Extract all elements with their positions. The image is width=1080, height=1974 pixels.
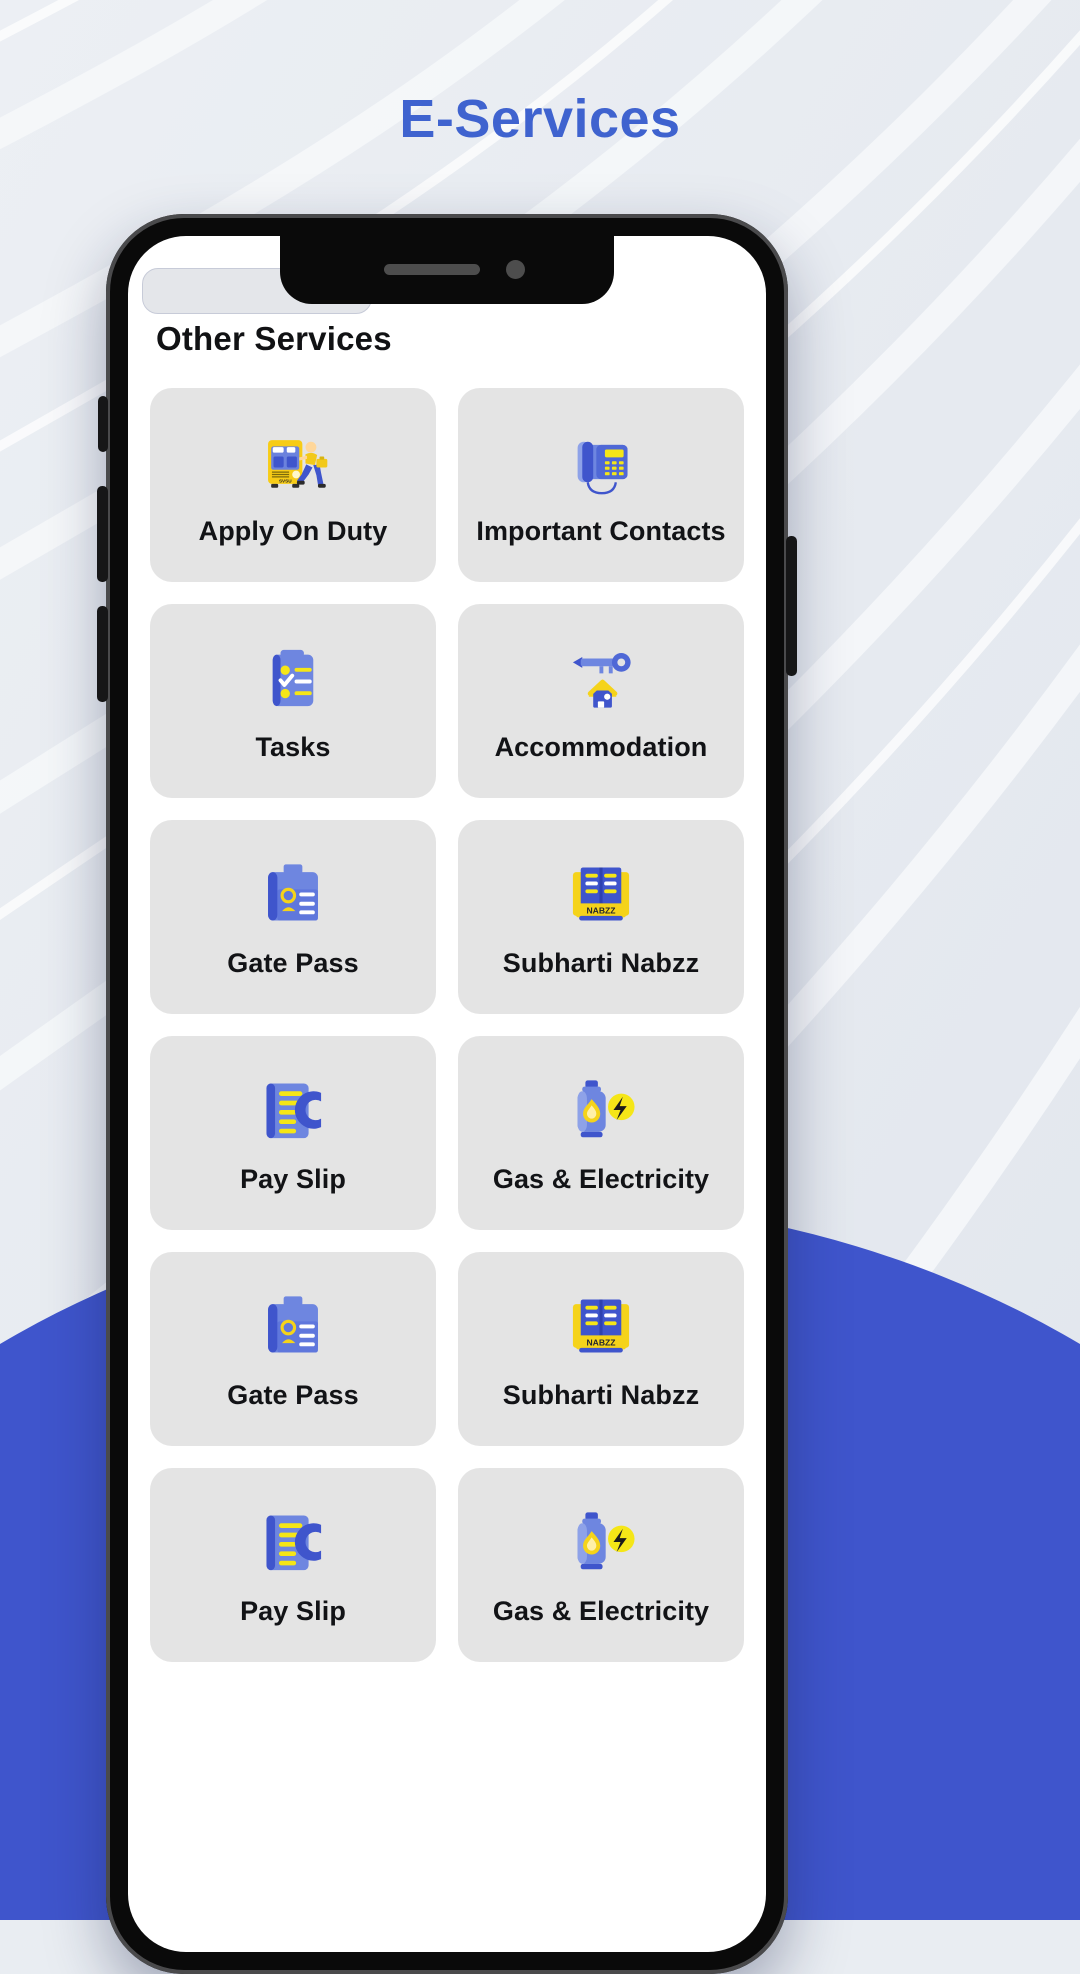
phone-volume-down-button[interactable] bbox=[97, 606, 108, 702]
service-card-pay-slip-2[interactable]: Pay Slip bbox=[150, 1468, 436, 1662]
service-card-gate-pass[interactable]: Gate Pass bbox=[150, 820, 436, 1014]
payslip-doc-icon bbox=[266, 1083, 322, 1139]
bus-commuter-icon: SVSU bbox=[268, 440, 328, 488]
speaker-icon bbox=[384, 264, 480, 275]
app-content: Other Services SVSU Apply On Duty Import… bbox=[128, 236, 766, 1952]
service-card-label: Gate Pass bbox=[227, 1380, 359, 1411]
service-card-gas-electricity[interactable]: Gas & Electricity bbox=[458, 1036, 744, 1230]
service-card-label: Tasks bbox=[255, 732, 331, 763]
service-card-label: Subharti Nabzz bbox=[502, 948, 700, 979]
payslip-doc-icon bbox=[266, 1515, 322, 1571]
service-card-label: Gate Pass bbox=[227, 948, 359, 979]
services-grid: SVSU Apply On Duty Important Contacts Ta… bbox=[150, 388, 744, 1662]
service-card-label: Subharti Nabzz bbox=[502, 1380, 700, 1411]
service-card-label: Gas & Electricity bbox=[492, 1596, 710, 1627]
service-card-subharti-nabzz[interactable]: NABZZ Subharti Nabzz bbox=[458, 820, 744, 1014]
service-card-accommodation[interactable]: Accommodation bbox=[458, 604, 744, 798]
id-badge-icon bbox=[268, 864, 318, 921]
desk-phone-icon bbox=[577, 441, 628, 495]
page-title: E-Services bbox=[399, 89, 681, 149]
id-badge-icon bbox=[268, 1296, 318, 1353]
book-badge-text: NABZZ bbox=[586, 1338, 615, 1348]
phone-notch bbox=[280, 236, 614, 304]
phone-mockup: Other Services SVSU Apply On Duty Import… bbox=[97, 214, 797, 1974]
section-title: Other Services bbox=[156, 320, 392, 357]
service-card-pay-slip[interactable]: Pay Slip bbox=[150, 1036, 436, 1230]
book-badge-text: NABZZ bbox=[586, 906, 615, 916]
service-card-label: Apply On Duty bbox=[198, 516, 388, 547]
phone-volume-up-button[interactable] bbox=[97, 486, 108, 582]
service-card-label: Pay Slip bbox=[240, 1164, 346, 1195]
service-card-subharti-nabzz-2[interactable]: NABZZ Subharti Nabzz bbox=[458, 1252, 744, 1446]
service-card-important-contacts[interactable]: Important Contacts bbox=[458, 388, 744, 582]
gas-cylinder-bolt-icon bbox=[577, 1080, 635, 1138]
service-card-gas-electricity-2[interactable]: Gas & Electricity bbox=[458, 1468, 744, 1662]
phone-power-button[interactable] bbox=[786, 536, 797, 676]
camera-icon bbox=[506, 260, 525, 279]
open-book-icon: NABZZ bbox=[572, 1299, 630, 1353]
service-card-label: Gas & Electricity bbox=[492, 1164, 710, 1195]
open-book-icon: NABZZ bbox=[572, 867, 630, 921]
service-card-tasks[interactable]: Tasks bbox=[150, 604, 436, 798]
service-card-gate-pass-2[interactable]: Gate Pass bbox=[150, 1252, 436, 1446]
gas-cylinder-bolt-icon bbox=[577, 1512, 635, 1570]
phone-mute-switch[interactable] bbox=[98, 396, 108, 452]
clipboard-check-icon bbox=[272, 650, 314, 707]
service-card-label: Pay Slip bbox=[240, 1596, 346, 1627]
svg-text:SVSU: SVSU bbox=[279, 478, 292, 483]
service-card-apply-on-duty[interactable]: SVSU Apply On Duty bbox=[150, 388, 436, 582]
service-card-label: Accommodation bbox=[494, 732, 708, 763]
service-card-label: Important Contacts bbox=[476, 516, 726, 547]
key-house-icon bbox=[572, 653, 631, 708]
phone-screen: Other Services SVSU Apply On Duty Import… bbox=[128, 236, 766, 1952]
